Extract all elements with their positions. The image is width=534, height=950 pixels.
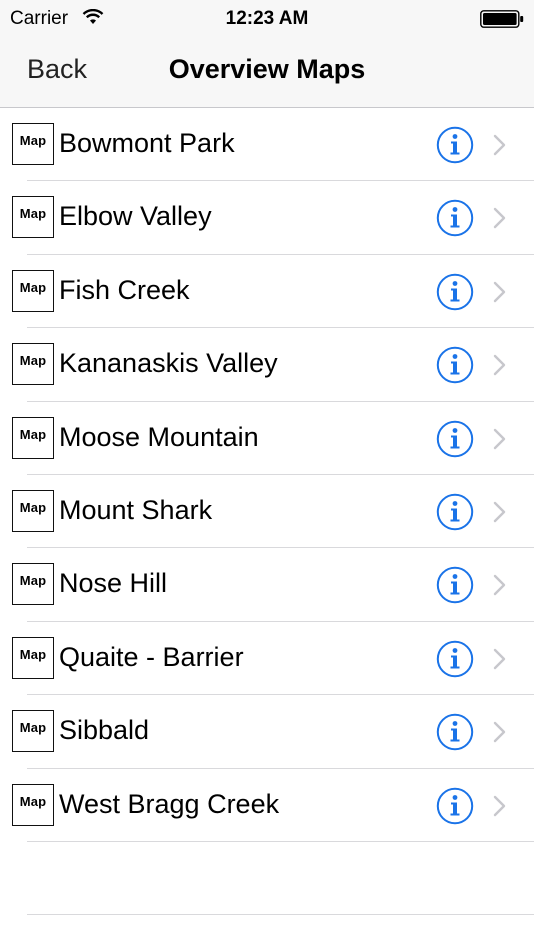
chevron-right-icon	[493, 648, 506, 669]
chevron-right-icon	[493, 795, 506, 816]
info-icon[interactable]	[436, 566, 474, 604]
chevron-right-icon	[493, 721, 506, 743]
map-badge-label: Map	[19, 793, 47, 809]
info-icon[interactable]	[436, 493, 474, 531]
list-item[interactable]: Map Kananaskis Valley	[0, 328, 534, 402]
map-thumbnail-icon: Map	[12, 416, 54, 459]
list-separator	[27, 914, 534, 915]
map-badge-label: Map	[19, 353, 47, 369]
info-icon[interactable]	[436, 273, 474, 311]
map-name: Fish Creek	[59, 274, 190, 305]
map-badge-label: Map	[19, 499, 47, 515]
info-icon[interactable]	[436, 126, 474, 164]
page-title: Overview Maps	[168, 54, 366, 84]
list-item[interactable]: Map West Bragg Creek	[0, 769, 534, 843]
list-item[interactable]: Map Sibbald	[0, 695, 534, 769]
map-thumbnail-icon: Map	[12, 636, 54, 679]
chevron-right-icon	[493, 575, 506, 596]
map-thumbnail-icon: Map	[12, 269, 54, 312]
info-icon[interactable]	[436, 346, 474, 384]
info-icon[interactable]	[436, 199, 474, 237]
list-item[interactable]: Map Fish Creek	[0, 255, 534, 329]
map-name: Bowmont Park	[59, 128, 235, 158]
map-badge-label: Map	[19, 279, 47, 295]
map-badge-label: Map	[19, 646, 47, 662]
chevron-right-icon	[493, 134, 506, 156]
map-name: Nose Hill	[59, 568, 168, 599]
map-thumbnail-icon: Map	[12, 710, 54, 753]
status-bar: Carrier 12:23 AM	[0, 0, 534, 38]
battery-icon	[480, 10, 524, 28]
chevron-right-icon	[493, 208, 506, 229]
map-thumbnail-icon: Map	[12, 343, 54, 386]
map-badge-label: Map	[19, 206, 47, 222]
list-item[interactable]: Map Nose Hill	[0, 548, 534, 623]
list-item[interactable]: Map Elbow Valley	[0, 181, 534, 256]
screen: Carrier 12:23 AM Back Overview Maps Map …	[0, 0, 534, 950]
map-badge-label: Map	[19, 573, 47, 589]
list-item[interactable]: Map Bowmont Park	[0, 108, 534, 182]
map-list: Map Bowmont Park Map Elbow Valley Map Fi…	[0, 108, 534, 843]
map-thumbnail-icon: Map	[12, 123, 54, 165]
navigation-bar: Back Overview Maps	[0, 38, 534, 108]
chevron-right-icon	[493, 428, 506, 449]
info-icon[interactable]	[436, 713, 474, 751]
info-icon[interactable]	[436, 420, 474, 458]
map-badge-label: Map	[19, 720, 47, 736]
map-name: Mount Shark	[59, 494, 213, 525]
list-item[interactable]: Map Moose Mountain	[0, 402, 534, 476]
map-name: Elbow Valley	[59, 201, 212, 232]
info-icon[interactable]	[436, 640, 474, 678]
map-name: Sibbald	[59, 715, 150, 746]
list-item[interactable]: Map Mount Shark	[0, 475, 534, 549]
map-name: Moose Mountain	[59, 421, 259, 452]
chevron-right-icon	[493, 501, 506, 523]
chevron-right-icon	[493, 281, 506, 302]
map-thumbnail-icon: Map	[12, 489, 54, 532]
map-name: West Bragg Creek	[59, 788, 280, 819]
map-name: Quaite - Barrier	[59, 641, 244, 672]
map-badge-label: Map	[19, 426, 47, 442]
map-badge-label: Map	[19, 133, 47, 148]
info-icon[interactable]	[436, 787, 474, 825]
chevron-right-icon	[493, 354, 506, 376]
map-thumbnail-icon: Map	[12, 563, 54, 606]
map-thumbnail-icon: Map	[12, 783, 54, 826]
map-thumbnail-icon: Map	[12, 196, 54, 239]
clock: 12:23 AM	[225, 8, 309, 29]
list-item[interactable]: Map Quaite - Barrier	[0, 622, 534, 696]
map-name: Kananaskis Valley	[59, 348, 278, 379]
